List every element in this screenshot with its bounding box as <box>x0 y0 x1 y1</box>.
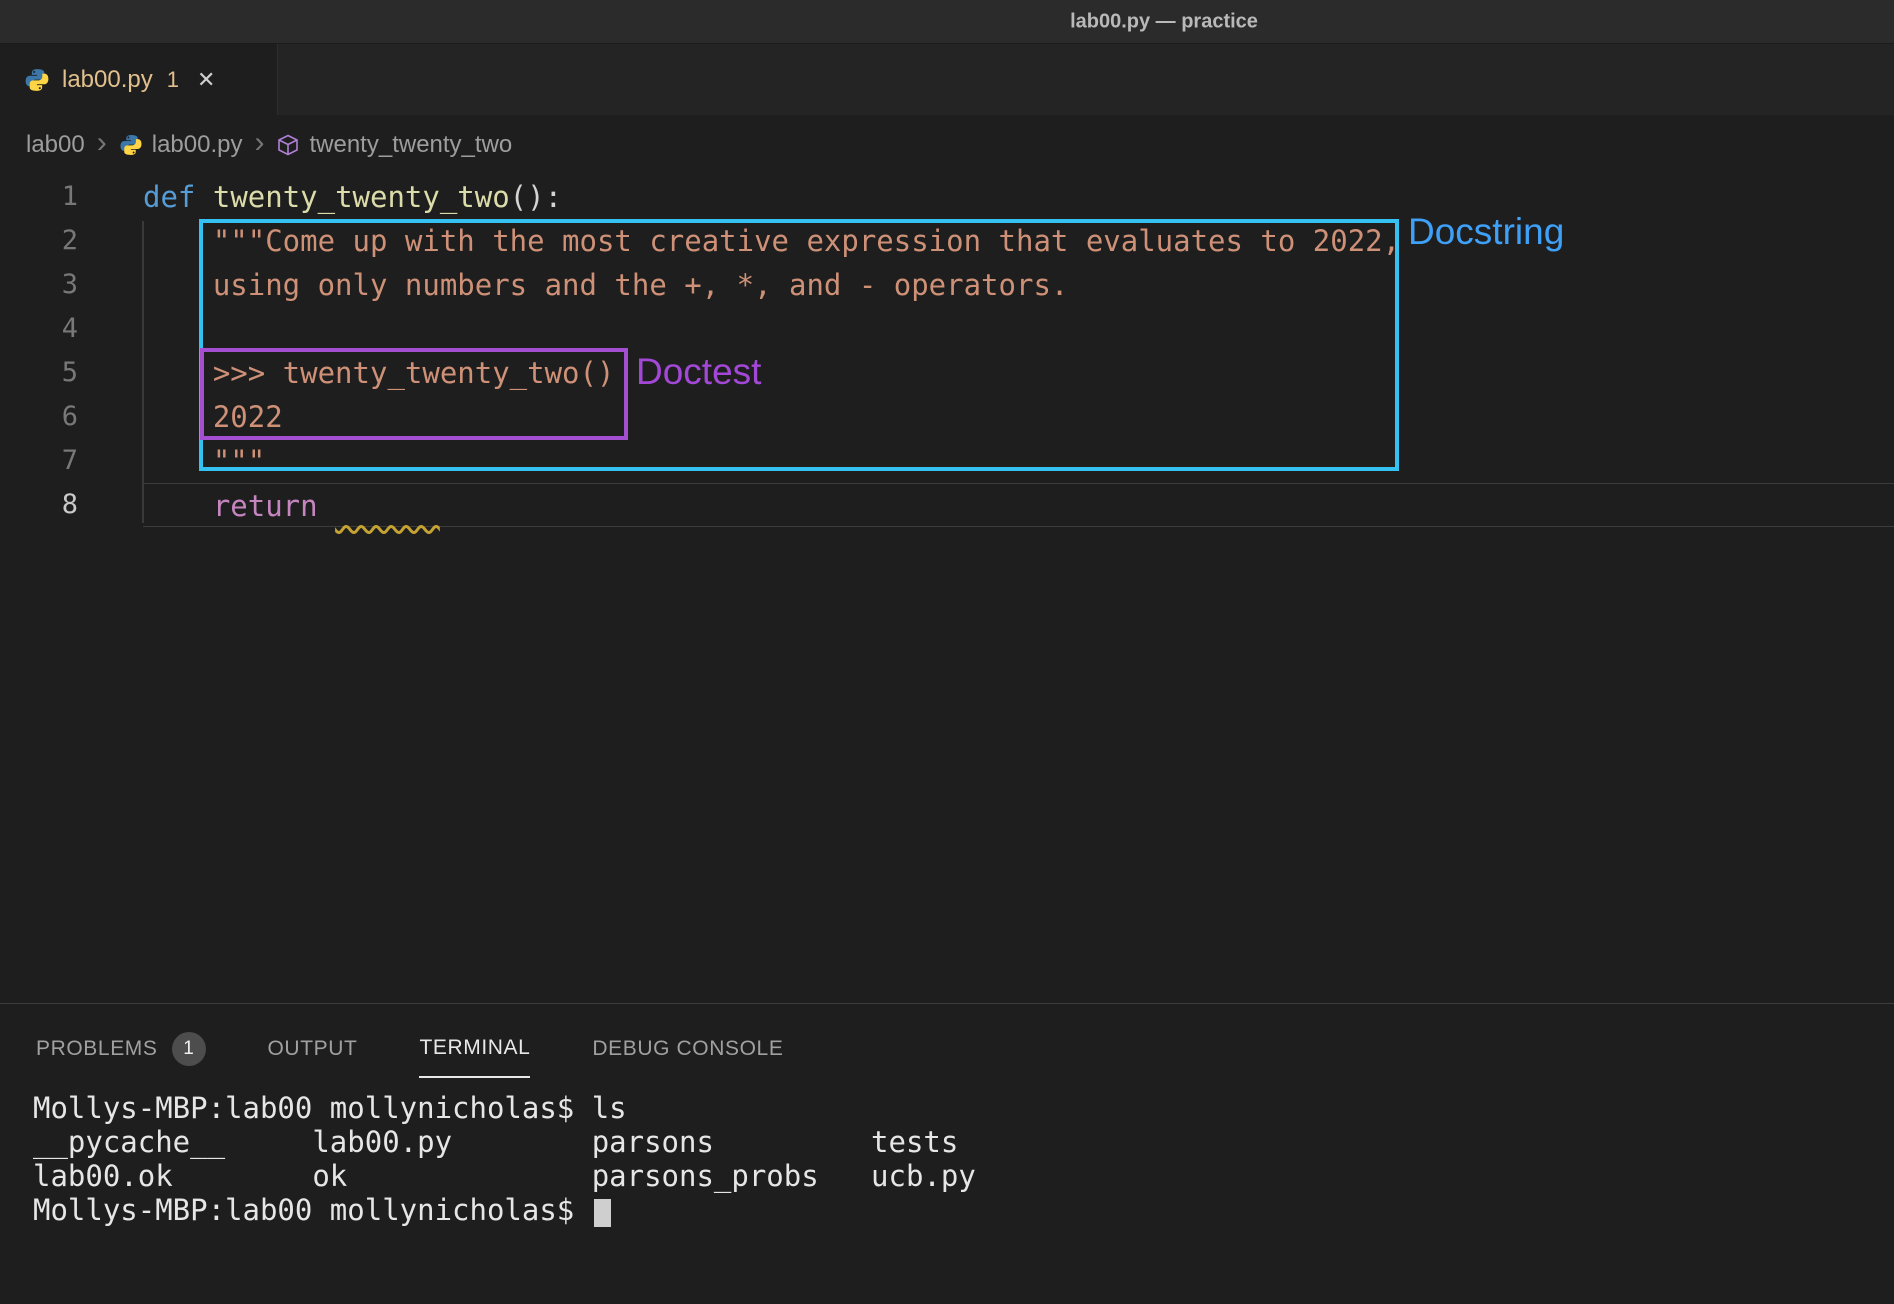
terminal-cursor <box>594 1199 611 1227</box>
code-line-7[interactable]: 7 """ <box>0 439 1894 483</box>
terminal-prompt: Mollys-MBP:lab00 mollynicholas$ <box>33 1193 592 1227</box>
breadcrumb-label: lab00 <box>26 131 85 159</box>
code-text: """ <box>143 439 1894 483</box>
tab-strip: lab00.py 1 ✕ <box>0 44 1894 115</box>
panel-tab-problems[interactable]: PROBLEMS 1 <box>36 1032 206 1078</box>
close-icon[interactable]: ✕ <box>197 67 215 93</box>
panel-tab-label: PROBLEMS <box>36 1037 158 1061</box>
code-lines: 1def twenty_twenty_two():2 """Come up wi… <box>0 175 1894 527</box>
code-token: 2022 <box>213 400 283 434</box>
breadcrumb-label: lab00.py <box>152 131 243 159</box>
code-token: def <box>143 180 195 214</box>
problems-count-badge: 1 <box>172 1032 206 1066</box>
terminal-line: Mollys-MBP:lab00 mollynicholas$ ls <box>33 1091 1894 1125</box>
titlebar: lab00.py — practice <box>0 0 1894 44</box>
python-icon <box>24 67 50 93</box>
bottom-panel: PROBLEMS 1 OUTPUT TERMINAL DEBUG CONSOLE Mol… <box>0 1003 1894 1304</box>
panel-tab-label: OUTPUT <box>268 1037 358 1061</box>
code-text: def twenty_twenty_two(): <box>143 175 1894 219</box>
indent-guide <box>142 221 144 523</box>
code-token <box>143 268 213 302</box>
line-number[interactable]: 8 <box>0 483 78 527</box>
warning-squiggle <box>335 489 440 523</box>
code-token: """ <box>213 444 265 478</box>
terminal[interactable]: Mollys-MBP:lab00 mollynicholas$ ls__pyca… <box>33 1091 1894 1227</box>
code-text: return <box>143 483 1894 527</box>
panel-tab-bar: PROBLEMS 1 OUTPUT TERMINAL DEBUG CONSOLE <box>36 1004 783 1078</box>
tab-lab00py[interactable]: lab00.py 1 ✕ <box>0 44 278 115</box>
breadcrumb-item-lab00[interactable]: lab00 <box>26 131 85 159</box>
panel-tab-output[interactable]: OUTPUT <box>268 1032 358 1078</box>
code-token: twenty_twenty_two <box>213 180 510 214</box>
doctest-annotation-label: Doctest <box>636 351 761 393</box>
code-token: """Come up with the most creative expres… <box>213 224 1400 258</box>
code-token <box>195 180 212 214</box>
terminal-prompt-line: Mollys-MBP:lab00 mollynicholas$ <box>33 1193 1894 1227</box>
symbol-cube-icon <box>276 133 300 157</box>
code-token <box>143 400 213 434</box>
window-title: lab00.py — practice <box>1070 10 1258 33</box>
python-icon <box>119 133 143 157</box>
line-number[interactable]: 1 <box>0 175 78 219</box>
code-token: (): <box>510 180 562 214</box>
panel-tab-debug-console[interactable]: DEBUG CONSOLE <box>592 1032 783 1078</box>
code-token <box>143 224 213 258</box>
code-line-6[interactable]: 6 2022 <box>0 395 1894 439</box>
line-number[interactable]: 6 <box>0 395 78 439</box>
tab-label: lab00.py <box>62 66 153 94</box>
code-line-2[interactable]: 2 """Come up with the most creative expr… <box>0 219 1894 263</box>
code-text: """Come up with the most creative expres… <box>143 219 1894 263</box>
code-token <box>143 356 213 390</box>
breadcrumb-item-twenty-twenty-two[interactable]: twenty_twenty_two <box>276 131 512 159</box>
code-token <box>143 444 213 478</box>
breadcrumb-label: twenty_twenty_two <box>309 131 512 159</box>
panel-tab-label: DEBUG CONSOLE <box>592 1037 783 1061</box>
tab-modified-badge: 1 <box>167 67 179 93</box>
panel-tab-terminal[interactable]: TERMINAL <box>419 1032 530 1078</box>
panel-tab-label: TERMINAL <box>419 1036 530 1060</box>
terminal-line: lab00.ok ok parsons_probs ucb.py <box>33 1159 1894 1193</box>
code-token <box>318 489 335 523</box>
code-line-3[interactable]: 3 using only numbers and the +, *, and -… <box>0 263 1894 307</box>
code-text: >>> twenty_twenty_two() <box>143 351 1894 395</box>
line-number[interactable]: 5 <box>0 351 78 395</box>
line-number[interactable]: 7 <box>0 439 78 483</box>
line-number[interactable]: 2 <box>0 219 78 263</box>
code-text <box>143 307 1894 351</box>
code-text: using only numbers and the +, *, and - o… <box>143 263 1894 307</box>
code-token: using only numbers and the +, *, and - o… <box>213 268 1069 302</box>
vscode-window: lab00.py — practice lab00.py 1 ✕ lab00›l… <box>0 0 1894 1304</box>
line-number[interactable]: 4 <box>0 307 78 351</box>
code-editor[interactable]: 1def twenty_twenty_two():2 """Come up wi… <box>0 175 1894 1003</box>
code-text: 2022 <box>143 395 1894 439</box>
breadcrumb: lab00 › lab00.py › twenty_twenty_two <box>0 115 1894 175</box>
code-token: >>> twenty_twenty_two() <box>213 356 615 390</box>
line-number[interactable]: 3 <box>0 263 78 307</box>
code-token <box>143 489 213 523</box>
code-line-5[interactable]: 5 >>> twenty_twenty_two() <box>0 351 1894 395</box>
chevron-right-icon: › <box>254 128 264 158</box>
code-line-8[interactable]: 8 return <box>0 483 1894 527</box>
docstring-annotation-label: Docstring <box>1408 211 1564 253</box>
code-line-1[interactable]: 1 def twenty_twenty_two(): <box>0 175 1894 219</box>
breadcrumb-item-lab00-py[interactable]: lab00.py <box>119 131 243 159</box>
code-line-4[interactable]: 4 <box>0 307 1894 351</box>
terminal-line: __pycache__ lab00.py parsons tests <box>33 1125 1894 1159</box>
chevron-right-icon: › <box>97 128 107 158</box>
code-token: return <box>213 489 318 523</box>
